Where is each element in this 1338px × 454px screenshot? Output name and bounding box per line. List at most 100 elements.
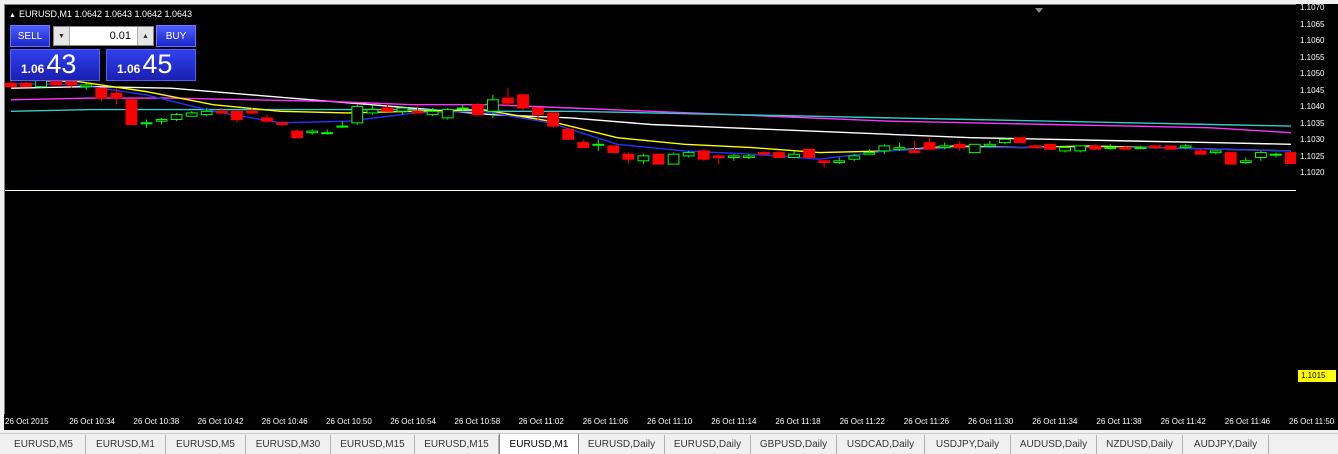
candle-bear (65, 81, 78, 86)
time-tick-label: 26 Oct 11:42 (1160, 417, 1206, 426)
candle-bear (215, 110, 228, 114)
price-axis[interactable]: 1.1070 1.1065 1.1060 1.1055 1.1050 1.1045 1.10… (1296, 3, 1338, 414)
candle-bear (532, 107, 544, 116)
candle-bear (1149, 145, 1162, 149)
terminal-window: ▲ EURUSD,M1 1.0642 1.0643 1.0642 1.0643 S… (0, 0, 1338, 454)
chart-tab[interactable]: EURUSD,M1 (86, 435, 166, 454)
candle-bull (396, 107, 409, 112)
ask-price-display[interactable]: 1.06 45 (106, 49, 196, 81)
candle-bull (1255, 152, 1267, 159)
candle-bull (1179, 145, 1192, 149)
candle-bull (140, 122, 153, 125)
chart-area[interactable]: ▲ EURUSD,M1 1.0642 1.0643 1.0642 1.0643 S… (4, 4, 1338, 430)
candle-bear (276, 122, 288, 126)
candle-bear (110, 92, 123, 99)
candle-bull (1209, 150, 1222, 154)
candle-bull (788, 153, 800, 158)
price-chart[interactable] (5, 5, 1297, 415)
price-tick-label: 1.1065 (1300, 19, 1325, 29)
time-axis[interactable]: 26 Oct 2015 26 Oct 10:34 26 Oct 10:38 26 Oc… (4, 414, 1338, 430)
time-tick-label: 26 Oct 11:50 (1289, 417, 1335, 426)
candle-bear (652, 153, 665, 165)
candle-bear (908, 150, 921, 154)
candle-bear (125, 99, 138, 126)
candle-bear (547, 112, 560, 127)
bid-price-display[interactable]: 1.06 43 (10, 49, 100, 81)
chart-tab[interactable]: EURUSD,M5 (166, 435, 246, 454)
price-tick-label: 1.1045 (1300, 85, 1325, 95)
chart-tab[interactable]: USDJPY,Daily (925, 435, 1011, 454)
chart-tab[interactable]: EURUSD,M15 (415, 435, 499, 454)
price-tick-label: 1.1040 (1300, 102, 1325, 111)
lot-increase-icon[interactable]: ▲ (137, 27, 153, 45)
price-tick-label: 1.1035 (1300, 118, 1325, 128)
candle-bear (1029, 145, 1041, 149)
candle-bear (291, 130, 304, 139)
time-tick-label: 26 Oct 10:50 (326, 417, 372, 426)
chart-tab[interactable]: EURUSD,Daily (579, 435, 665, 454)
candle-bear (1119, 147, 1132, 150)
chart-tab[interactable]: EURUSD,M5 (2, 435, 86, 454)
lot-size-input[interactable]: 0.01 (70, 30, 137, 42)
chart-tab[interactable]: EURUSD,M1 (499, 434, 579, 454)
chart-tab[interactable]: USDCAD,Daily (837, 435, 925, 454)
buy-button[interactable]: BUY (156, 25, 196, 47)
candle-bull (999, 138, 1011, 144)
one-click-trading-panel: SELL ▼ 0.01 ▲ BUY 1.06 43 1.06 45 (10, 25, 196, 81)
chart-tab[interactable]: AUDJPY,Daily (1183, 435, 1269, 454)
time-tick-label: 26 Oct 11:30 (968, 417, 1014, 426)
candle-bull (878, 145, 891, 152)
candle-bull (743, 155, 755, 158)
candle-bear (95, 87, 108, 99)
time-tick-label: 26 Oct 11:10 (647, 417, 693, 426)
chart-tab[interactable]: NZDUSD,Daily (1097, 435, 1183, 454)
candle-bear (1194, 150, 1207, 155)
candle-bear (803, 148, 816, 159)
triangle-up-icon: ▲ (9, 12, 16, 19)
sell-button[interactable]: SELL (10, 25, 50, 47)
chart-tab[interactable]: EURUSD,M15 (331, 435, 415, 454)
candle-bear (577, 142, 590, 149)
time-tick-label: 26 Oct 11:46 (1224, 417, 1271, 426)
candle-bear (471, 104, 484, 116)
candle-bear (20, 82, 32, 88)
candle-bull (1270, 153, 1282, 156)
chart-tab[interactable]: GBPUSD,Daily (751, 435, 837, 454)
candle-bear (562, 128, 575, 140)
time-tick-label: 26 Oct 10:54 (390, 417, 436, 426)
candle-bull (487, 99, 499, 112)
candle-bear (697, 150, 710, 160)
candle-bear (5, 82, 17, 88)
candle-bear (1044, 143, 1056, 150)
price-tick-label: 1.1055 (1300, 52, 1325, 62)
candle-bear (712, 155, 725, 158)
chart-tab[interactable]: EURUSD,M30 (246, 435, 331, 454)
candle-bull (968, 143, 981, 154)
candle-bull (682, 152, 695, 157)
time-tick-label: 26 Oct 10:42 (197, 417, 244, 426)
chart-tab[interactable]: EURUSD,Daily (665, 435, 751, 454)
candle-bear (502, 97, 514, 104)
lot-size-stepper[interactable]: ▼ 0.01 ▲ (53, 26, 154, 46)
candle-bull (351, 105, 364, 124)
candle-bull (863, 152, 876, 155)
candle-bear (1224, 152, 1237, 165)
candle-bull (1059, 147, 1071, 152)
candle-bear (1285, 152, 1297, 165)
price-tick-label: 1.1030 (1300, 135, 1325, 144)
candle-bear (1089, 145, 1102, 150)
candle-bear (261, 117, 273, 122)
lot-decrease-icon[interactable]: ▼ (54, 27, 70, 45)
candle-bear (411, 110, 424, 114)
candle-bear (622, 153, 635, 160)
candle-bull (1074, 145, 1087, 152)
price-tick-label: 1.1050 (1300, 69, 1325, 78)
chart-tab[interactable]: AUDUSD,Daily (1011, 435, 1097, 454)
candle-bull (727, 155, 740, 158)
time-tick-label: 26 Oct 11:18 (775, 417, 821, 426)
candle-bull (848, 155, 861, 160)
candle-bull (441, 109, 454, 119)
candle-bear (923, 142, 936, 150)
candle-bull (336, 125, 349, 128)
candle-bull (80, 84, 93, 88)
